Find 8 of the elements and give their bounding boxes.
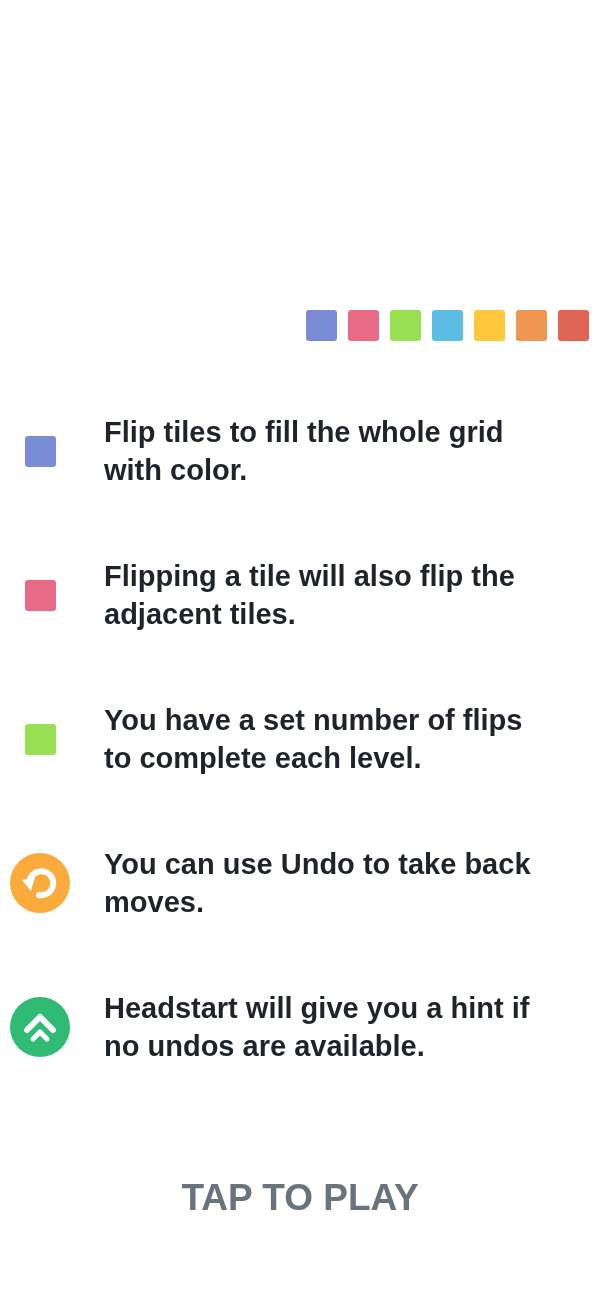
rule-text: You have a set number of flips to complete each level. (104, 703, 524, 776)
rule-text: You can use Undo to take back moves. (104, 847, 532, 920)
tap-to-play-button[interactable]: TAP TO PLAY (177, 1175, 423, 1221)
rule-text: Flip tiles to fill the whole grid with color. (104, 415, 505, 488)
rule-text: Flipping a tile will also flip the adjacent tiles. (104, 559, 516, 632)
undo-icon (10, 853, 70, 913)
double-chevron-up-icon (10, 997, 70, 1057)
rule-text: Headstart will give you a hint if no undos are available. (104, 991, 531, 1064)
